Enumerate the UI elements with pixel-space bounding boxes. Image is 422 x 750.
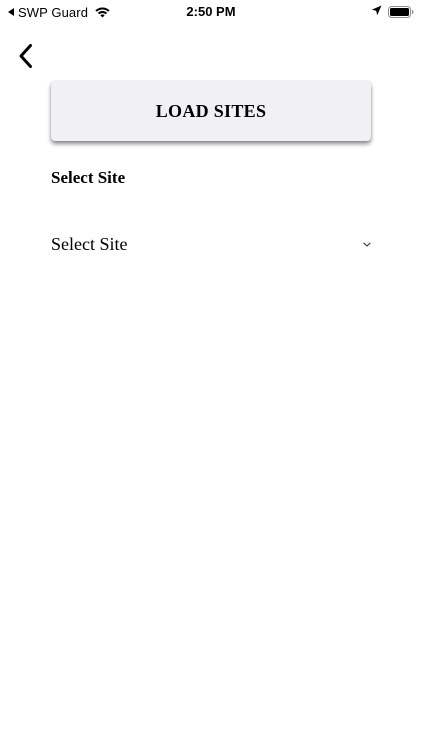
load-sites-button[interactable]: LOAD SITES [51,81,371,141]
chevron-down-icon [362,241,372,248]
site-select-dropdown[interactable]: Select Site [51,230,373,258]
load-sites-label: LOAD SITES [155,100,267,121]
battery-icon [388,6,414,18]
location-arrow-icon [371,3,382,21]
select-site-heading: Select Site [51,168,126,187]
status-right [371,3,414,21]
status-bar: SWP Guard 2:50 PM [0,0,422,24]
chevron-left-icon [19,44,32,68]
status-time: 2:50 PM [186,4,236,19]
back-button[interactable] [13,42,39,70]
site-select-value: Select Site [51,233,128,254]
